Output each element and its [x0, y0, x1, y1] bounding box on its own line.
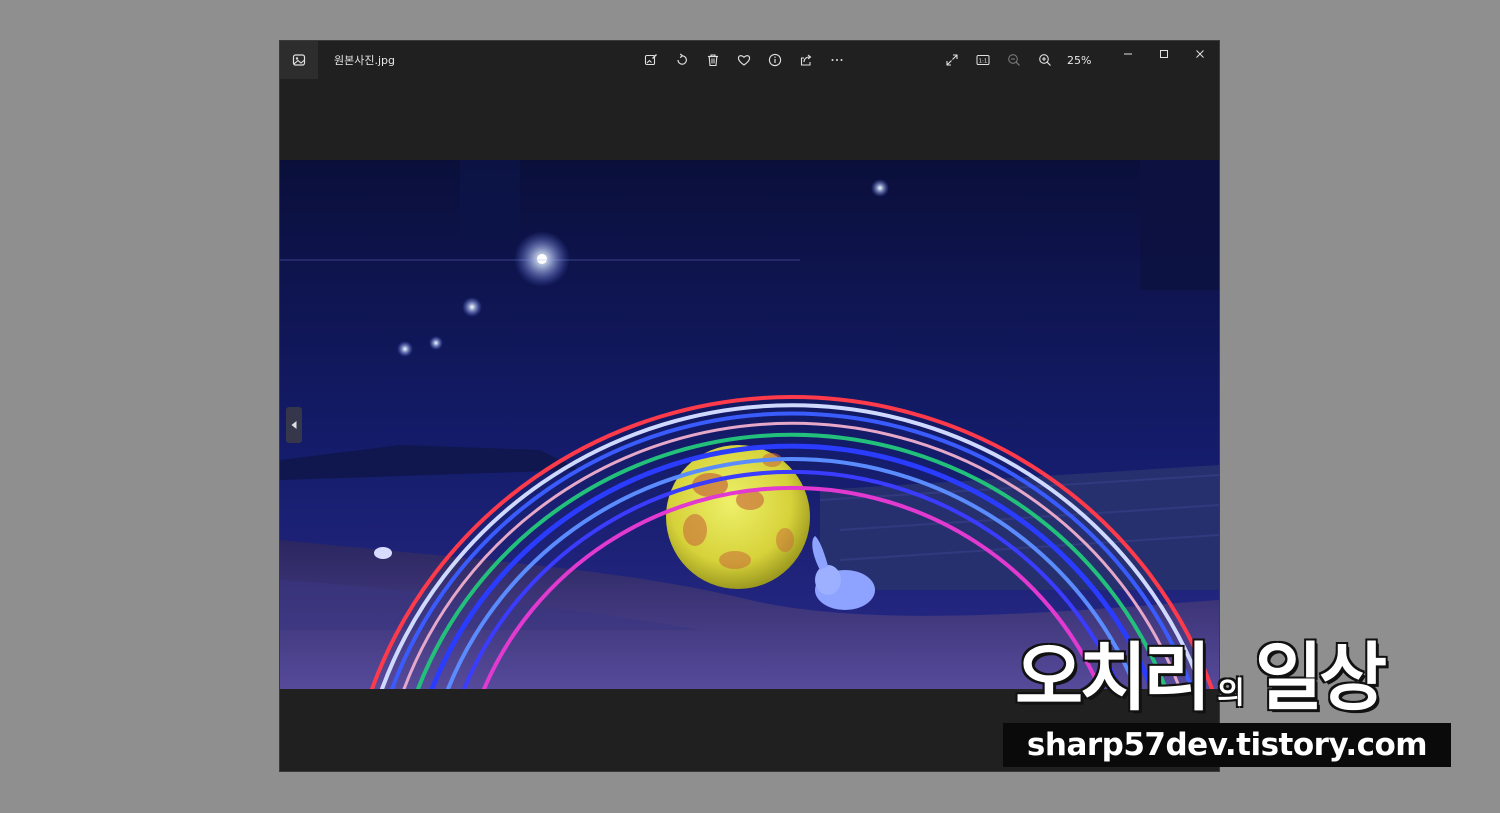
maximize-icon [1160, 50, 1168, 58]
maximize-button[interactable] [1146, 43, 1182, 65]
close-icon [1196, 50, 1204, 58]
zoom-in-icon [1039, 54, 1051, 66]
minimize-button[interactable] [1110, 43, 1146, 65]
zoom-out-icon [1008, 54, 1020, 66]
window-controls [1110, 43, 1218, 65]
heart-icon [737, 55, 751, 66]
fullscreen-button[interactable] [941, 49, 963, 71]
info-icon [768, 53, 782, 67]
actual-size-icon: 1:1 [976, 55, 990, 65]
watermark-title-connector: 의 [1217, 676, 1245, 711]
fullscreen-icon [946, 54, 958, 66]
rainbow-moon-photo [280, 160, 1219, 689]
close-button[interactable] [1182, 43, 1218, 65]
actual-size-button[interactable]: 1:1 [972, 49, 994, 71]
more-icon [831, 59, 843, 61]
svg-text:1:1: 1:1 [979, 58, 988, 64]
edit-image-button[interactable] [640, 49, 662, 71]
photos-logo-icon [292, 54, 306, 66]
watermark-url: sharp57dev.tistory.com [1003, 723, 1451, 767]
favorite-button[interactable] [733, 49, 755, 71]
rotate-button[interactable] [671, 49, 693, 71]
share-icon [800, 54, 812, 66]
watermark-title: 오치리 의 일상 [1013, 618, 1388, 723]
file-name: 원본사진.jpg [334, 54, 395, 67]
watermark-title-part2: 일상 [1253, 634, 1388, 723]
watermark-title-part1: 오치리 [1013, 634, 1212, 723]
minimize-icon [1124, 53, 1132, 55]
photos-app-icon[interactable] [280, 41, 318, 79]
chevron-left-icon [291, 421, 297, 429]
toolbar [640, 49, 848, 71]
delete-icon [708, 54, 718, 67]
share-button[interactable] [795, 49, 817, 71]
rotate-icon [677, 53, 687, 65]
edit-image-icon [644, 54, 657, 66]
title-bar: 원본사진.jpg 1:1 25% [280, 41, 1219, 79]
zoom-level[interactable]: 25% [1067, 54, 1091, 67]
photo-canvas [280, 160, 1219, 689]
info-button[interactable] [764, 49, 786, 71]
zoom-out-button[interactable] [1003, 49, 1025, 71]
zoom-in-button[interactable] [1034, 49, 1056, 71]
view-tools: 1:1 25% [941, 49, 1091, 71]
more-options-button[interactable] [826, 49, 848, 71]
delete-button[interactable] [702, 49, 724, 71]
previous-image-button[interactable] [286, 407, 302, 443]
